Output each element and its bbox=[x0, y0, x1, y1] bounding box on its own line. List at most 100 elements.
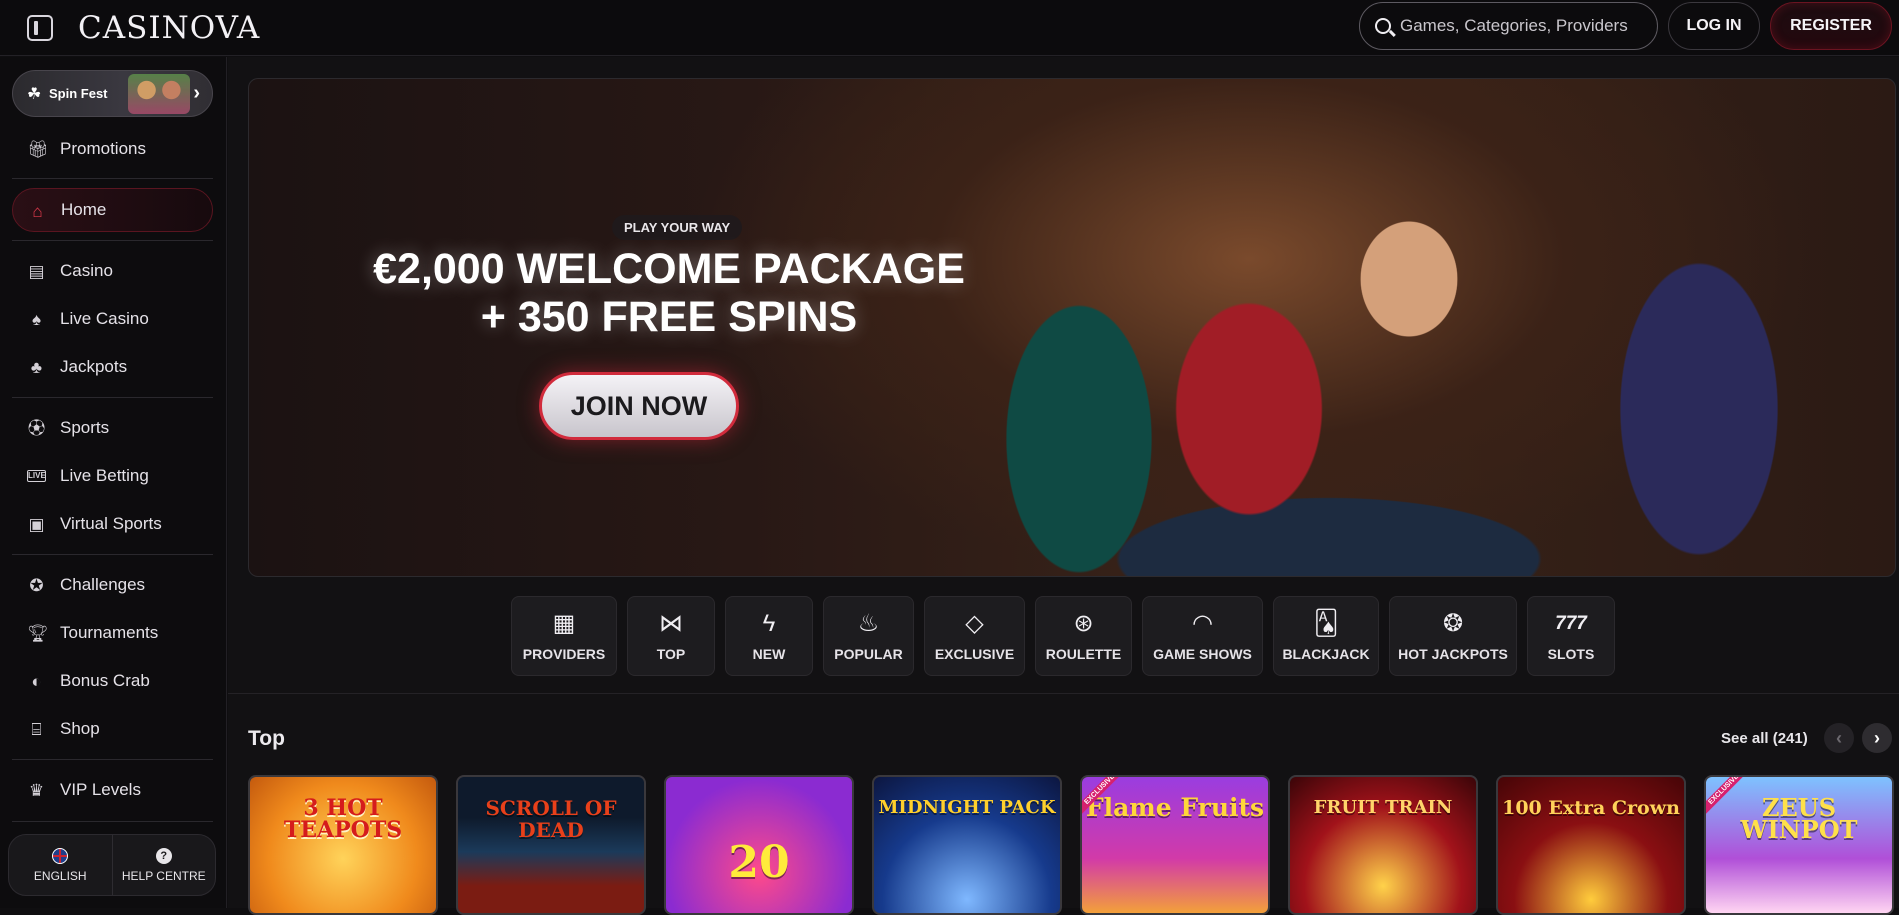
sidebar-item-vip-levels[interactable]: ♛ VIP Levels bbox=[12, 768, 213, 812]
sidebar-item-label: Bonus Crab bbox=[60, 671, 150, 690]
game-title: ZEUS WINPOT bbox=[1740, 793, 1858, 844]
roulette-icon: ⊛ bbox=[1073, 609, 1094, 637]
game-title: FRUIT TRAIN bbox=[1313, 797, 1453, 818]
medal-icon: ✪ bbox=[29, 576, 44, 595]
games-row: 3 HOT TEAPOTS SCROLL OF DEAD 20 MIDNIGHT… bbox=[248, 775, 1894, 915]
game-tile[interactable]: 3 HOT TEAPOTS bbox=[248, 775, 438, 915]
game-tile[interactable]: MIDNIGHT PACK bbox=[872, 775, 1062, 915]
sidebar-item-label: Promotions bbox=[60, 139, 146, 158]
live-casino-icon: ♠ bbox=[31, 310, 42, 329]
search-input[interactable]: Games, Categories, Providers bbox=[1359, 2, 1658, 50]
palm-tree-icon: ☘ bbox=[27, 86, 42, 103]
sidebar-item-bonus-crab[interactable]: ◐ Bonus Crab bbox=[12, 659, 213, 703]
sidebar-item-tournaments[interactable]: 🏆︎ Tournaments bbox=[12, 611, 213, 655]
help-icon: ? bbox=[155, 847, 172, 864]
game-tile[interactable]: SCROLL OF DEAD bbox=[456, 775, 646, 915]
game-tile[interactable]: EXCLUSIVE ZEUS WINPOT bbox=[1704, 775, 1894, 915]
category-exclusive[interactable]: ◇ EXCLUSIVE bbox=[924, 596, 1025, 676]
lightning-icon: ϟ bbox=[762, 609, 776, 637]
help-centre-button[interactable]: ? HELP CENTRE bbox=[113, 835, 216, 895]
spin-fest-characters-image bbox=[128, 74, 190, 114]
cards-icon: 🂡︎ bbox=[1313, 609, 1339, 637]
category-hot-jackpots[interactable]: ❂ HOT JACKPOTS bbox=[1389, 596, 1517, 676]
shop-icon: ⌸ bbox=[31, 720, 42, 739]
top-bar: CASINOVA Games, Categories, Providers LO… bbox=[0, 0, 1899, 56]
hero-title-line-2: + 350 FREE SPINS bbox=[480, 293, 858, 341]
sidebar-toggle-icon[interactable] bbox=[27, 15, 53, 41]
mask-icon: ◠ bbox=[1192, 609, 1213, 637]
game-tile[interactable]: FRUIT TRAIN bbox=[1288, 775, 1478, 915]
sidebar-item-promotions[interactable]: 🎁︎ Promotions bbox=[12, 127, 213, 171]
hero-banner[interactable]: PLAY YOUR WAY €2,000 WELCOME PACKAGE + 3… bbox=[248, 78, 1896, 577]
sidebar-item-label: Home bbox=[61, 200, 107, 219]
sidebar-item-label: Live Betting bbox=[60, 466, 149, 485]
providers-icon: ▦ bbox=[552, 609, 576, 637]
chevron-left-icon[interactable]: ‹ bbox=[1824, 723, 1854, 753]
category-game-shows[interactable]: ◠ GAME SHOWS bbox=[1142, 596, 1263, 676]
search-icon bbox=[1375, 18, 1391, 34]
chevron-right-icon[interactable]: › bbox=[1862, 723, 1892, 753]
sidebar-item-shop[interactable]: ⌸ Shop bbox=[12, 707, 213, 751]
game-tile[interactable]: 100 Extra Crown bbox=[1496, 775, 1686, 915]
sidebar-item-sports[interactable]: ⚽︎ Sports bbox=[12, 406, 213, 450]
spin-fest-banner[interactable]: ☘ Spin Fest › bbox=[12, 70, 213, 117]
soccer-ball-icon: ⚽︎ bbox=[28, 419, 45, 438]
game-tile[interactable]: EXCLUSIVE Flame Fruits bbox=[1080, 775, 1270, 915]
diamond-icon: ◇ bbox=[965, 609, 984, 637]
category-top[interactable]: ⋈ TOP bbox=[627, 596, 715, 676]
language-button[interactable]: ENGLISH bbox=[9, 835, 113, 895]
category-label: EXCLUSIVE bbox=[934, 645, 1015, 662]
section-title: Top bbox=[248, 727, 285, 750]
main-content: PLAY YOUR WAY €2,000 WELCOME PACKAGE + 3… bbox=[228, 57, 1899, 915]
777-icon: 777 bbox=[1555, 612, 1587, 634]
sidebar-item-live-casino[interactable]: ♠ Live Casino bbox=[12, 297, 213, 341]
category-roulette[interactable]: ⊛ ROULETTE bbox=[1035, 596, 1132, 676]
sidebar-item-label: Tournaments bbox=[60, 623, 159, 642]
logo[interactable]: CASINOVA bbox=[78, 10, 260, 46]
sidebar-item-label: Virtual Sports bbox=[60, 514, 162, 533]
category-label: POPULAR bbox=[834, 645, 903, 662]
category-providers[interactable]: ▦ PROVIDERS bbox=[511, 596, 617, 676]
game-title: Flame Fruits bbox=[1085, 793, 1265, 822]
sidebar-item-home[interactable]: ⌂ Home bbox=[12, 188, 213, 232]
hero-title-line-1: €2,000 WELCOME PACKAGE bbox=[373, 245, 965, 293]
game-tile[interactable]: 20 bbox=[664, 775, 854, 915]
login-button[interactable]: LOG IN bbox=[1668, 2, 1760, 50]
hero-tag: PLAY YOUR WAY bbox=[612, 215, 743, 240]
hot-jackpot-icon: ❂ bbox=[1442, 609, 1464, 637]
category-label: HOT JACKPOTS bbox=[1398, 645, 1508, 662]
category-new[interactable]: ϟ NEW bbox=[725, 596, 813, 676]
sidebar-item-label: Casino bbox=[60, 261, 113, 280]
category-blackjack[interactable]: 🂡︎ BLACKJACK bbox=[1273, 596, 1379, 676]
sidebar-item-jackpots[interactable]: ♣ Jackpots bbox=[12, 345, 213, 389]
bow-tie-icon: ⋈ bbox=[659, 609, 683, 637]
category-slots[interactable]: 777 SLOTS bbox=[1527, 596, 1615, 676]
sidebar-item-casino[interactable]: ▤ Casino bbox=[12, 249, 213, 293]
sidebar-item-label: VIP Levels bbox=[60, 780, 141, 799]
see-all-link[interactable]: See all (241) bbox=[1721, 730, 1808, 747]
sidebar-item-virtual-sports[interactable]: ▣ Virtual Sports bbox=[12, 502, 213, 546]
game-title: 100 Extra Crown bbox=[1502, 797, 1680, 819]
sidebar-item-label: Live Casino bbox=[60, 309, 149, 328]
register-button[interactable]: REGISTER bbox=[1770, 2, 1892, 50]
category-label: GAME SHOWS bbox=[1153, 645, 1252, 662]
category-label: NEW bbox=[752, 645, 786, 662]
hero-title: €2,000 WELCOME PACKAGE + 350 FREE SPINS bbox=[309, 245, 1029, 341]
divider bbox=[12, 178, 213, 179]
virtual-sports-icon: ▣ bbox=[28, 515, 45, 534]
chevron-right-icon: › bbox=[193, 82, 200, 104]
game-title: 3 HOT TEAPOTS bbox=[283, 795, 403, 843]
category-label: TOP bbox=[656, 645, 686, 662]
game-title: MIDNIGHT PACK bbox=[878, 797, 1056, 818]
sidebar-item-challenges[interactable]: ✪ Challenges bbox=[12, 563, 213, 607]
clover-icon: ♣ bbox=[30, 358, 43, 377]
sidebar-item-live-betting[interactable]: LIVE Live Betting bbox=[12, 454, 213, 498]
home-icon: ⌂ bbox=[32, 202, 43, 221]
crown-icon: ♛ bbox=[28, 781, 45, 800]
category-popular[interactable]: ♨ POPULAR bbox=[823, 596, 914, 676]
category-bar: ▦ PROVIDERS ⋈ TOP ϟ NEW ♨ POPULAR ◇ EXCL… bbox=[511, 596, 1615, 676]
sidebar-item-label: Jackpots bbox=[60, 357, 128, 376]
game-title: 20 bbox=[728, 837, 790, 888]
flame-icon: ♨ bbox=[857, 609, 880, 637]
join-now-button[interactable]: JOIN NOW bbox=[539, 372, 739, 440]
